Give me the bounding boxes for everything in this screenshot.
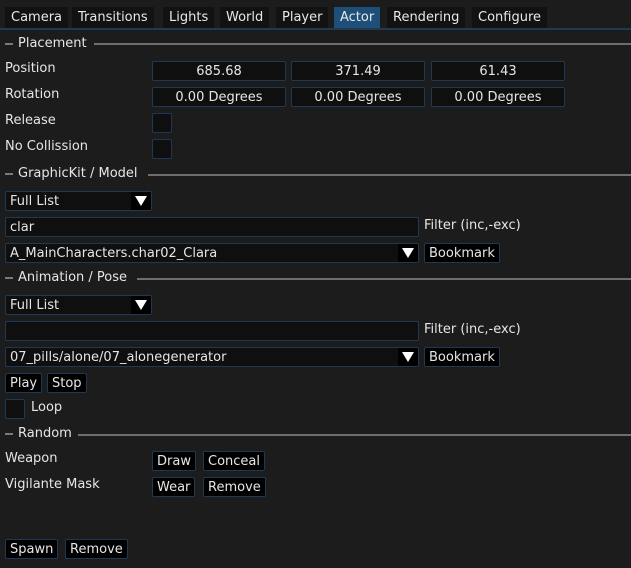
section-title: Random [18, 426, 72, 441]
tab-configure[interactable]: Configure [472, 7, 548, 28]
section-dash [5, 42, 13, 45]
tab-transitions[interactable]: Transitions [72, 7, 154, 28]
weapon-label: Weapon [5, 451, 58, 466]
animation-list-mode-value: Full List [10, 298, 60, 313]
section-placement-header: Placement [5, 36, 87, 52]
release-checkbox[interactable] [152, 113, 172, 133]
section-dash [5, 276, 13, 279]
section-title: Animation / Pose [18, 270, 128, 285]
model-bookmark-button[interactable]: Bookmark [424, 243, 500, 263]
rotation-x-field[interactable]: 0.00 Degrees [152, 87, 286, 107]
stop-button[interactable]: Stop [47, 373, 87, 393]
loop-checkbox[interactable] [5, 399, 25, 419]
section-title: Placement [18, 36, 87, 51]
animation-filter-input[interactable] [5, 321, 419, 341]
section-divider [137, 278, 631, 280]
section-model-header: GraphicKit / Model [5, 166, 138, 182]
spawn-button[interactable]: Spawn [5, 539, 59, 559]
release-label: Release [5, 113, 56, 128]
tab-world[interactable]: World [220, 7, 270, 28]
dropdown-arrow-icon[interactable] [398, 244, 418, 262]
animation-bookmark-button[interactable]: Bookmark [424, 347, 500, 367]
dropdown-arrow-icon[interactable] [398, 348, 418, 366]
model-list-mode-select[interactable]: Full List [5, 191, 152, 211]
section-divider [78, 434, 631, 436]
position-z-field[interactable]: 61.43 [431, 61, 565, 81]
rotation-label: Rotation [5, 87, 60, 102]
weapon-draw-button[interactable]: Draw [152, 451, 196, 471]
position-x-field[interactable]: 685.68 [152, 61, 286, 81]
animation-select[interactable]: 07_pills/alone/07_alonegenerator [5, 347, 419, 367]
no-collision-label: No Collission [5, 139, 89, 154]
model-filter-input[interactable]: clar [5, 217, 419, 237]
rotation-y-field[interactable]: 0.00 Degrees [291, 87, 425, 107]
animation-select-value: 07_pills/alone/07_alonegenerator [10, 350, 227, 365]
loop-label: Loop [31, 400, 63, 415]
remove-actor-button[interactable]: Remove [65, 539, 128, 559]
rotation-z-field[interactable]: 0.00 Degrees [431, 87, 565, 107]
play-button[interactable]: Play [5, 373, 43, 393]
tab-actor[interactable]: Actor [334, 7, 381, 28]
section-dash [5, 432, 13, 435]
position-label: Position [5, 61, 56, 76]
no-collision-checkbox[interactable] [152, 139, 172, 159]
section-animation-header: Animation / Pose [5, 270, 127, 286]
model-list-mode-value: Full List [10, 194, 60, 209]
dropdown-arrow-icon[interactable] [131, 192, 151, 210]
vigilante-mask-label: Vigilante Mask [5, 477, 100, 492]
section-random-header: Random [5, 426, 72, 442]
tab-player[interactable]: Player [276, 7, 329, 28]
model-select[interactable]: A_MainCharacters.char02_Clara [5, 243, 419, 263]
position-y-field[interactable]: 371.49 [291, 61, 425, 81]
animation-list-mode-select[interactable]: Full List [5, 295, 152, 315]
model-filter-label: Filter (inc,-exc) [424, 218, 521, 233]
mask-remove-button[interactable]: Remove [203, 477, 266, 497]
dropdown-arrow-icon[interactable] [131, 296, 151, 314]
animation-filter-label: Filter (inc,-exc) [424, 322, 521, 337]
tab-camera[interactable]: Camera [5, 7, 69, 28]
tab-lights[interactable]: Lights [163, 7, 215, 28]
weapon-conceal-button[interactable]: Conceal [203, 451, 265, 471]
mask-wear-button[interactable]: Wear [152, 477, 196, 497]
model-select-value: A_MainCharacters.char02_Clara [10, 246, 218, 261]
section-dash [5, 172, 13, 175]
tab-underline [0, 28, 631, 30]
section-divider [148, 174, 631, 176]
section-title: GraphicKit / Model [18, 166, 138, 181]
section-divider [94, 43, 631, 45]
tab-rendering[interactable]: Rendering [387, 7, 466, 28]
